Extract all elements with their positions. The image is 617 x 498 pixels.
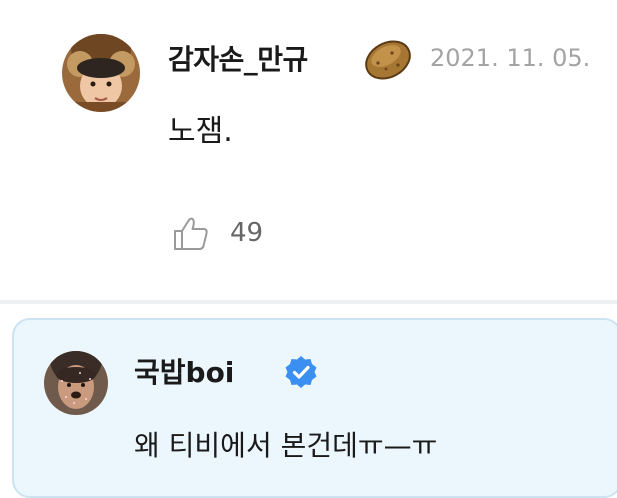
comment-divider: [0, 300, 617, 304]
replier-avatar[interactable]: [44, 351, 108, 415]
reply-body: 왜 티비에서 본건데ㅠ—ㅠ: [134, 429, 438, 462]
thumbs-up-icon[interactable]: [172, 216, 210, 252]
comment-body: 노잼.: [168, 114, 233, 149]
comment-timestamp: 2021. 11. 05.: [430, 44, 591, 72]
potato-icon: [362, 35, 414, 85]
commenter-name[interactable]: 감자손_만규: [168, 38, 308, 78]
verified-icon: [284, 355, 318, 389]
comment: 감자손_만규 2021. 11. 05. 노잼. 49: [0, 0, 617, 300]
like-count: 49: [230, 218, 264, 248]
replier-name[interactable]: 국밥boi: [134, 351, 234, 391]
commenter-avatar[interactable]: [62, 34, 140, 112]
reply: 국밥boi 왜 티비에서 본건데ㅠ—ㅠ: [12, 318, 617, 498]
